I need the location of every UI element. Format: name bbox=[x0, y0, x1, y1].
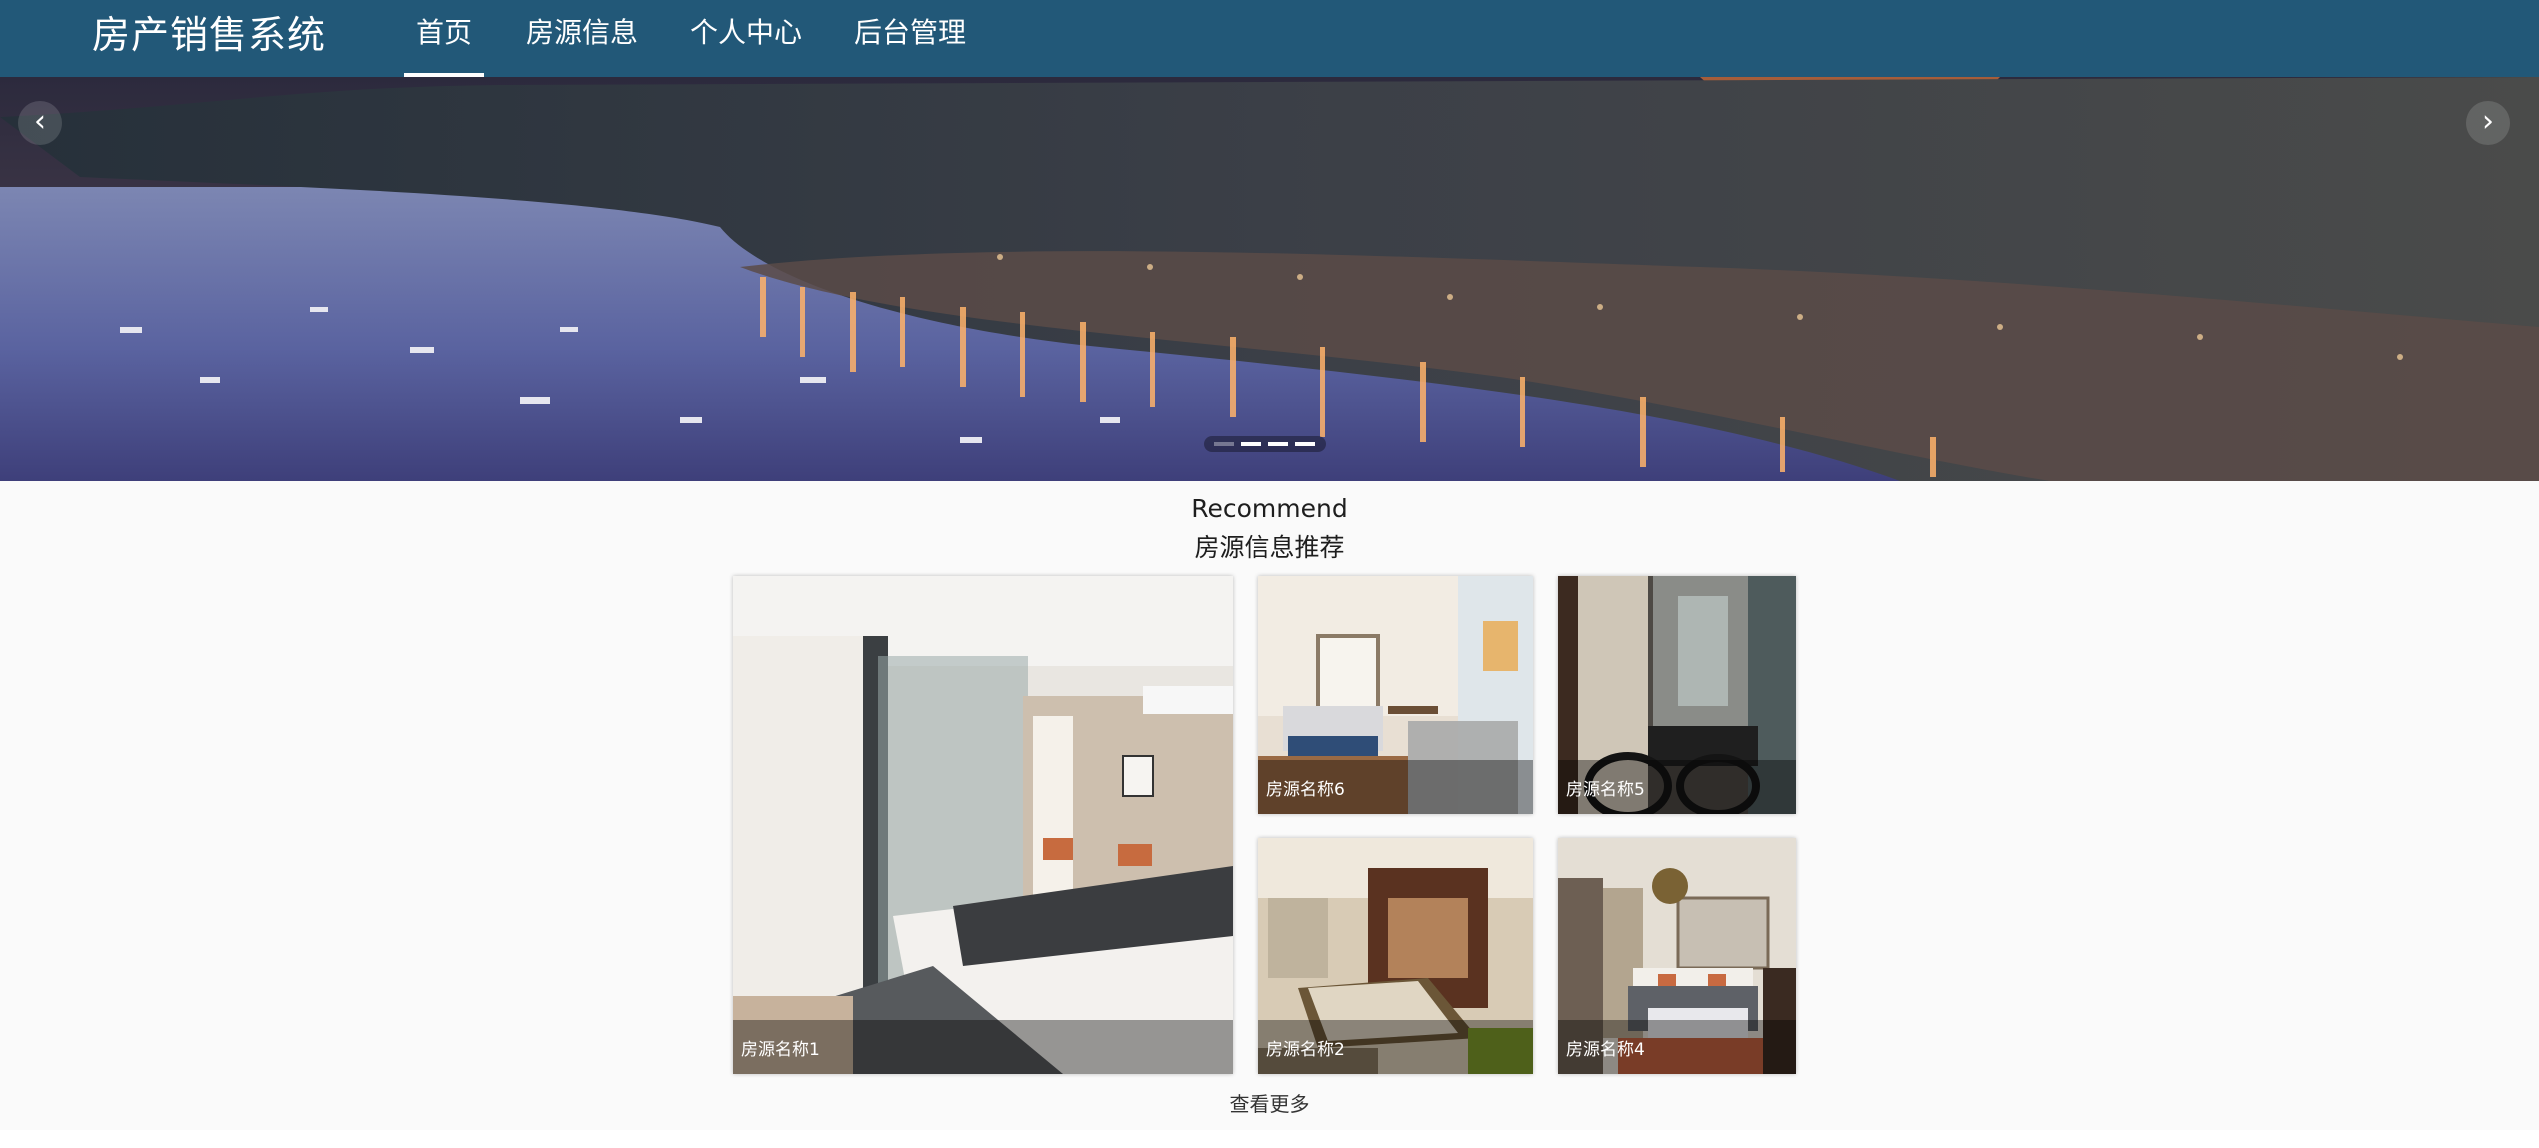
listing-name: 房源名称1 bbox=[741, 1040, 820, 1060]
nav-personal-center[interactable]: 个人中心 bbox=[690, 0, 802, 77]
listing-card[interactable]: 房源名称6 bbox=[1258, 576, 1533, 814]
recommend-title-en: Recommend bbox=[1191, 494, 1348, 523]
carousel-dot-2[interactable] bbox=[1241, 442, 1261, 446]
top-navbar: 房产销售系统 首页 房源信息 个人中心 后台管理 bbox=[0, 0, 2539, 77]
listing-card[interactable]: 房源名称2 bbox=[1258, 838, 1533, 1074]
nav-listings[interactable]: 房源信息 bbox=[526, 0, 638, 77]
chevron-right-icon: › bbox=[2482, 104, 2494, 139]
nav-home[interactable]: 首页 bbox=[404, 0, 484, 77]
listing-photo bbox=[733, 576, 1233, 1074]
listing-name: 房源名称4 bbox=[1566, 1040, 1645, 1060]
carousel-prev-button[interactable]: ‹ bbox=[18, 101, 62, 145]
site-title: 房产销售系统 bbox=[92, 13, 327, 57]
hero-carousel[interactable]: ‹ › bbox=[0, 77, 2539, 481]
listing-name: 房源名称6 bbox=[1266, 780, 1345, 800]
view-more-link[interactable]: 查看更多 bbox=[0, 1088, 2539, 1117]
listing-name: 房源名称5 bbox=[1566, 780, 1645, 800]
carousel-dot-1[interactable] bbox=[1214, 442, 1234, 446]
carousel-dot-3[interactable] bbox=[1268, 442, 1288, 446]
listing-name: 房源名称2 bbox=[1266, 1040, 1345, 1060]
listing-card[interactable]: 房源名称5 bbox=[1558, 576, 1796, 814]
listing-card[interactable]: 房源名称1 bbox=[733, 576, 1233, 1074]
chevron-left-icon: ‹ bbox=[34, 104, 46, 139]
carousel-dot-4[interactable] bbox=[1295, 442, 1315, 446]
banner-image bbox=[0, 77, 2539, 481]
nav-admin[interactable]: 后台管理 bbox=[854, 0, 966, 77]
carousel-next-button[interactable]: › bbox=[2466, 101, 2510, 145]
carousel-indicators bbox=[1204, 436, 1326, 452]
recommend-title-cn: 房源信息推荐 bbox=[1194, 533, 1345, 562]
listing-card[interactable]: 房源名称4 bbox=[1558, 838, 1796, 1074]
